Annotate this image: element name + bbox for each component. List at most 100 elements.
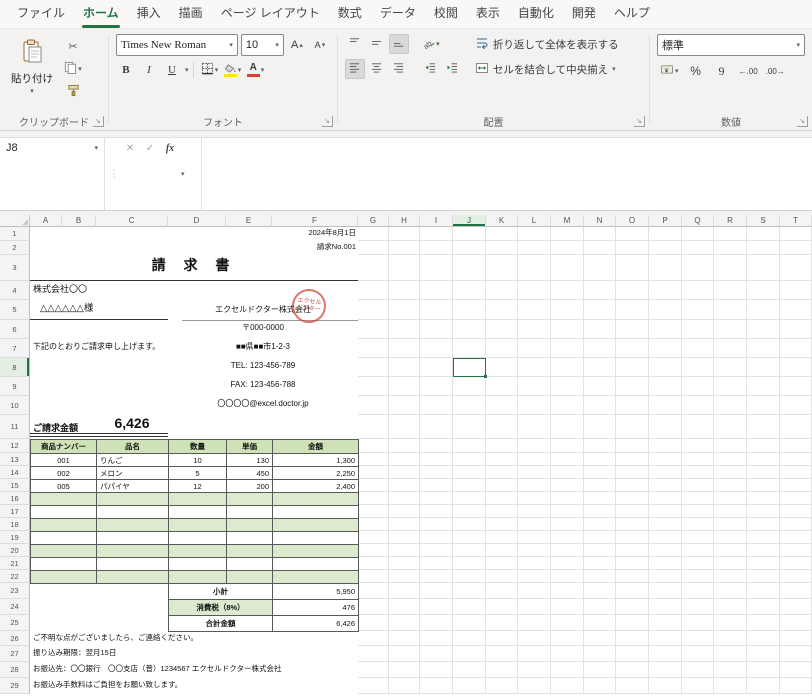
row-header-6[interactable]: 6	[0, 320, 30, 339]
sender-address-cell[interactable]: ■■県■■市1-2-3	[168, 342, 358, 352]
row-header-21[interactable]: 21	[0, 557, 30, 570]
note-line[interactable]: お振込先：〇〇銀行 〇〇支店（普）1234567 エクセルドクター株式会社	[33, 664, 281, 673]
column-header-O[interactable]: O	[616, 215, 649, 227]
tab-data[interactable]: データ	[371, 0, 425, 28]
column-header-M[interactable]: M	[551, 215, 584, 227]
column-header-K[interactable]: K	[486, 215, 518, 227]
tab-review[interactable]: 校閲	[425, 0, 467, 28]
column-header-Q[interactable]: Q	[682, 215, 714, 227]
column-header-B[interactable]: B	[62, 215, 96, 227]
row-header-14[interactable]: 14	[0, 466, 30, 479]
invoice-empty-cell[interactable]	[227, 545, 273, 558]
tab-automate[interactable]: 自動化	[509, 0, 563, 28]
cell-quantity[interactable]: 10	[169, 454, 227, 467]
number-dialog-launcher[interactable]: ↘	[797, 116, 808, 127]
invoice-empty-cell[interactable]	[31, 506, 97, 519]
row-header-27[interactable]: 27	[0, 646, 30, 662]
cell-unit-price[interactable]: 450	[227, 467, 273, 480]
row-header-3[interactable]: 3	[0, 255, 30, 281]
italic-button[interactable]: I	[139, 60, 159, 80]
decrease-indent-button[interactable]	[421, 59, 441, 79]
tab-help[interactable]: ヘルプ	[605, 0, 659, 28]
tab-page-layout[interactable]: ページ レイアウト	[212, 0, 329, 28]
invoice-empty-cell[interactable]	[97, 506, 169, 519]
grid-canvas[interactable]: 2024年8月1日 請求No.001 請 求 書 株式会社〇〇 △△△△△△様 …	[30, 227, 812, 694]
increase-font-size-button[interactable]: A▴	[287, 35, 307, 55]
invoice-empty-cell[interactable]	[31, 571, 97, 584]
invoice-empty-cell[interactable]	[227, 558, 273, 571]
cell-amount[interactable]: 2,400	[273, 480, 359, 493]
invoice-empty-cell[interactable]	[273, 506, 359, 519]
copy-button[interactable]: ▾	[63, 59, 83, 79]
row-header-17[interactable]: 17	[0, 505, 30, 518]
row-header-10[interactable]: 10	[0, 396, 30, 415]
header-amount[interactable]: 金額	[273, 440, 359, 454]
column-header-T[interactable]: T	[780, 215, 812, 227]
tab-developer[interactable]: 開発	[563, 0, 605, 28]
formula-input[interactable]	[202, 138, 812, 210]
bold-button[interactable]: B	[116, 60, 136, 80]
blank-cell[interactable]	[31, 584, 169, 600]
tab-formulas[interactable]: 数式	[329, 0, 371, 28]
tab-insert[interactable]: 挿入	[128, 0, 170, 28]
align-middle-button[interactable]	[367, 34, 387, 54]
align-center-button[interactable]	[367, 59, 387, 79]
row-header-25[interactable]: 25	[0, 615, 30, 631]
invoice-empty-cell[interactable]	[273, 545, 359, 558]
sender-company-cell[interactable]: エクセルドクター株式会社	[168, 305, 358, 315]
align-right-button[interactable]	[389, 59, 409, 79]
number-format-select[interactable]: 標準 ▾	[657, 34, 805, 56]
invoice-empty-cell[interactable]	[31, 519, 97, 532]
merge-center-button[interactable]: セルを結合して中央揃え ▾	[475, 59, 619, 79]
invoice-empty-cell[interactable]	[31, 532, 97, 545]
tax-value-cell[interactable]: 476	[273, 600, 359, 616]
row-header-18[interactable]: 18	[0, 518, 30, 531]
invoice-empty-cell[interactable]	[227, 532, 273, 545]
cell-amount[interactable]: 1,300	[273, 454, 359, 467]
header-product-name[interactable]: 品名	[97, 440, 169, 454]
invoice-empty-cell[interactable]	[169, 571, 227, 584]
note-line[interactable]: お振込み手数料はご負担をお願い致します。	[33, 680, 182, 689]
column-header-H[interactable]: H	[389, 215, 420, 227]
invoice-empty-cell[interactable]	[273, 519, 359, 532]
row-header-1[interactable]: 1	[0, 227, 30, 241]
cancel-button[interactable]: ✕	[121, 140, 139, 156]
font-color-button[interactable]: A ▾	[245, 60, 265, 80]
increase-decimal-button[interactable]: ←.00	[738, 61, 759, 81]
invoice-empty-cell[interactable]	[31, 558, 97, 571]
invoice-empty-cell[interactable]	[97, 545, 169, 558]
invoice-title[interactable]: 請 求 書	[30, 257, 358, 275]
cell-product-name[interactable]: パパイヤ	[97, 480, 169, 493]
font-name-select[interactable]: Times New Roman ▾	[116, 34, 238, 56]
comma-style-button[interactable]: 9	[712, 61, 732, 81]
cell-product-number[interactable]: 005	[31, 480, 97, 493]
invoice-empty-cell[interactable]	[169, 532, 227, 545]
tab-draw[interactable]: 描画	[170, 0, 212, 28]
column-header-N[interactable]: N	[584, 215, 616, 227]
row-header-28[interactable]: 28	[0, 662, 30, 678]
blank-cell[interactable]	[31, 600, 169, 616]
increase-indent-button[interactable]	[443, 59, 463, 79]
row-header-5[interactable]: 5	[0, 300, 30, 320]
column-header-F[interactable]: F	[272, 215, 358, 227]
align-left-button[interactable]	[345, 59, 365, 79]
name-box[interactable]: J8 ▾	[0, 138, 104, 158]
selected-cell-outline[interactable]	[453, 358, 486, 377]
row-header-4[interactable]: 4	[0, 281, 30, 300]
column-header-P[interactable]: P	[649, 215, 682, 227]
borders-button[interactable]: ▾	[199, 60, 219, 80]
invoice-empty-cell[interactable]	[97, 519, 169, 532]
row-header-9[interactable]: 9	[0, 377, 30, 396]
total-value-cell[interactable]: 6,426	[273, 616, 359, 632]
cell-product-name[interactable]: りんご	[97, 454, 169, 467]
row-header-22[interactable]: 22	[0, 570, 30, 583]
recipient-company-cell[interactable]: 株式会社〇〇	[33, 284, 87, 295]
percent-style-button[interactable]: %	[686, 61, 706, 81]
cut-button[interactable]: ✂	[63, 36, 83, 56]
invoice-empty-cell[interactable]	[97, 558, 169, 571]
wrap-text-button[interactable]: 折り返して全体を表示する	[475, 34, 619, 54]
invoice-number-cell[interactable]: 請求No.001	[272, 242, 356, 251]
cell-unit-price[interactable]: 130	[227, 454, 273, 467]
invoice-empty-cell[interactable]	[31, 493, 97, 506]
invoice-empty-cell[interactable]	[31, 545, 97, 558]
